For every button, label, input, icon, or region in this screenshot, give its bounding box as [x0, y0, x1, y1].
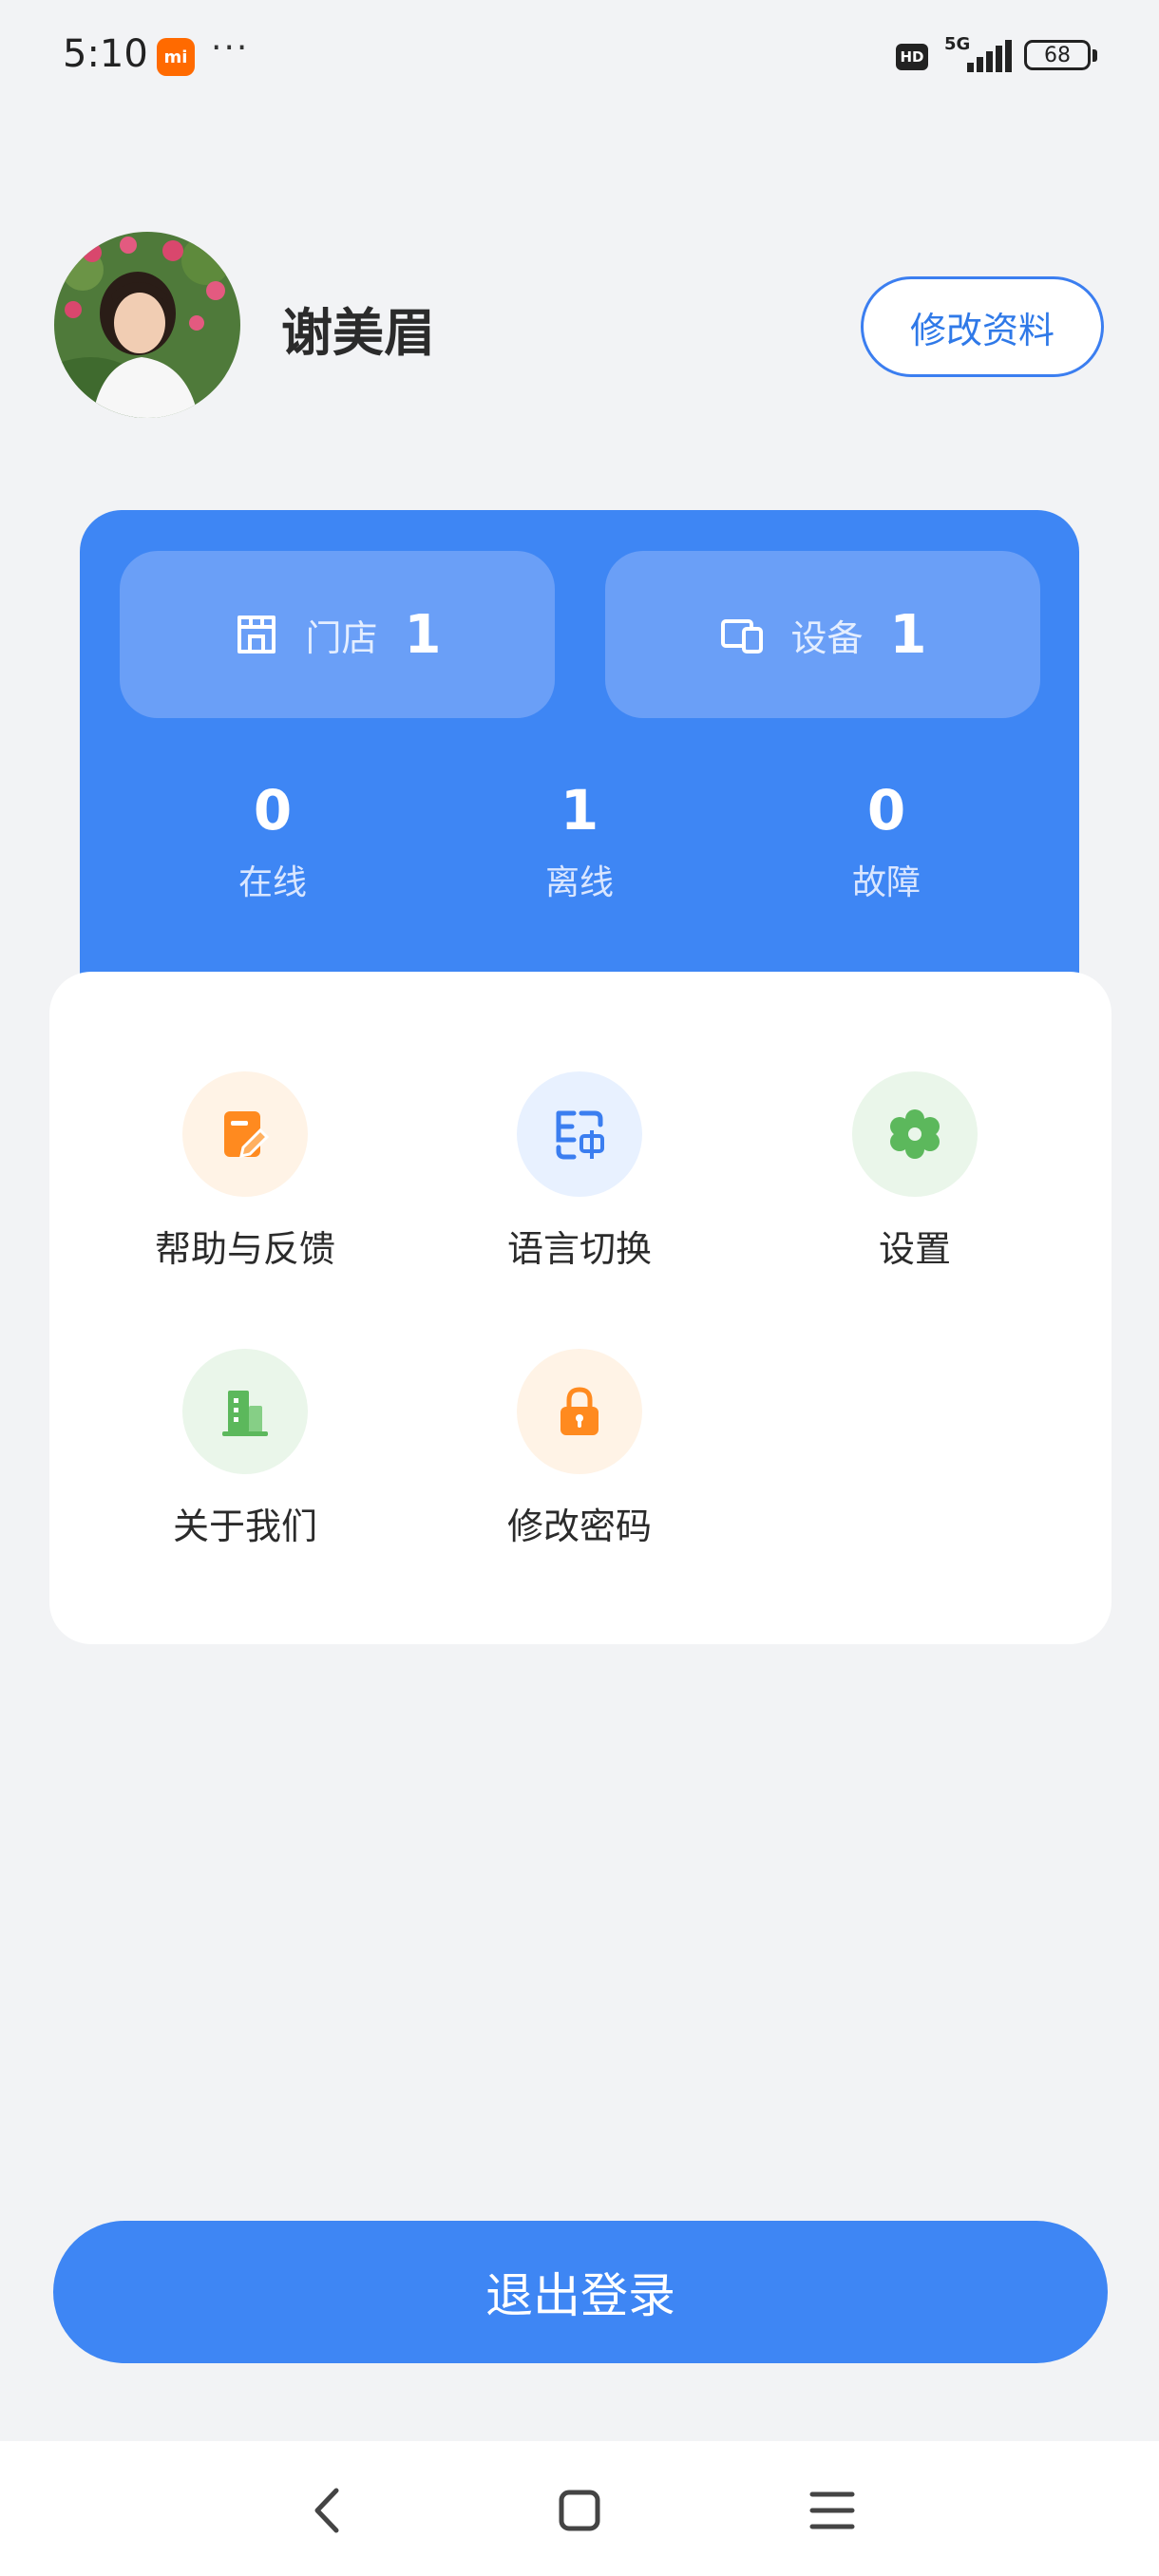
mi-app-icon: mi: [157, 38, 195, 76]
fault-label: 故障: [851, 863, 921, 902]
hd-voice-icon: HD: [896, 44, 928, 70]
feedback-edit-icon: [182, 1071, 308, 1197]
language-switch-icon: [517, 1071, 642, 1197]
menu-item-change-password[interactable]: 修改密码: [437, 1349, 722, 1549]
online-stat[interactable]: 0 在线: [178, 777, 368, 904]
menu-label-about-us: 关于我们: [172, 1506, 317, 1547]
lock-icon: [517, 1349, 642, 1474]
offline-stat[interactable]: 1 离线: [484, 777, 674, 904]
fault-stat[interactable]: 0 故障: [791, 777, 981, 904]
menu-item-settings[interactable]: 设置: [772, 1071, 1057, 1272]
devices-count: 1: [889, 603, 927, 666]
menu-label-help-feedback: 帮助与反馈: [154, 1228, 335, 1270]
recent-apps-icon[interactable]: [799, 2477, 865, 2544]
battery-icon: 68: [1024, 40, 1091, 70]
fault-count: 0: [866, 778, 906, 843]
stores-summary[interactable]: 门店 1: [120, 551, 555, 718]
online-label: 在线: [238, 863, 307, 902]
store-icon: [237, 616, 276, 653]
device-icon: [720, 619, 763, 653]
online-count: 0: [253, 778, 293, 843]
menu-label-change-password: 修改密码: [506, 1506, 652, 1547]
menu-label-language: 语言切换: [506, 1228, 652, 1270]
battery-tip: [1092, 49, 1097, 62]
battery-level: 68: [1044, 43, 1071, 67]
more-notifications-icon: ···: [211, 28, 250, 67]
avatar-photo: [54, 232, 240, 418]
logout-button[interactable]: 退出登录: [53, 2221, 1108, 2363]
status-time: 5:10: [63, 32, 148, 76]
back-chevron-icon[interactable]: [294, 2477, 361, 2544]
menu-item-help-feedback[interactable]: 帮助与反馈: [103, 1071, 388, 1272]
devices-summary[interactable]: 设备 1: [605, 551, 1040, 718]
menu-item-about-us[interactable]: 关于我们: [103, 1349, 388, 1549]
avatar[interactable]: [54, 232, 240, 418]
user-name: 谢美眉: [281, 303, 435, 363]
menu-label-settings: 设置: [878, 1228, 951, 1270]
edit-profile-button[interactable]: 修改资料: [861, 276, 1104, 377]
signal-strength-icon: [967, 40, 1012, 72]
building-icon: [182, 1349, 308, 1474]
menu-item-language[interactable]: 语言切换: [437, 1071, 722, 1272]
devices-label: 设备: [790, 616, 864, 659]
home-square-icon[interactable]: [546, 2477, 613, 2544]
stores-label: 门店: [305, 616, 378, 659]
offline-count: 1: [560, 778, 599, 843]
stores-count: 1: [404, 603, 442, 666]
offline-label: 离线: [544, 863, 614, 902]
settings-gear-icon: [852, 1071, 978, 1197]
